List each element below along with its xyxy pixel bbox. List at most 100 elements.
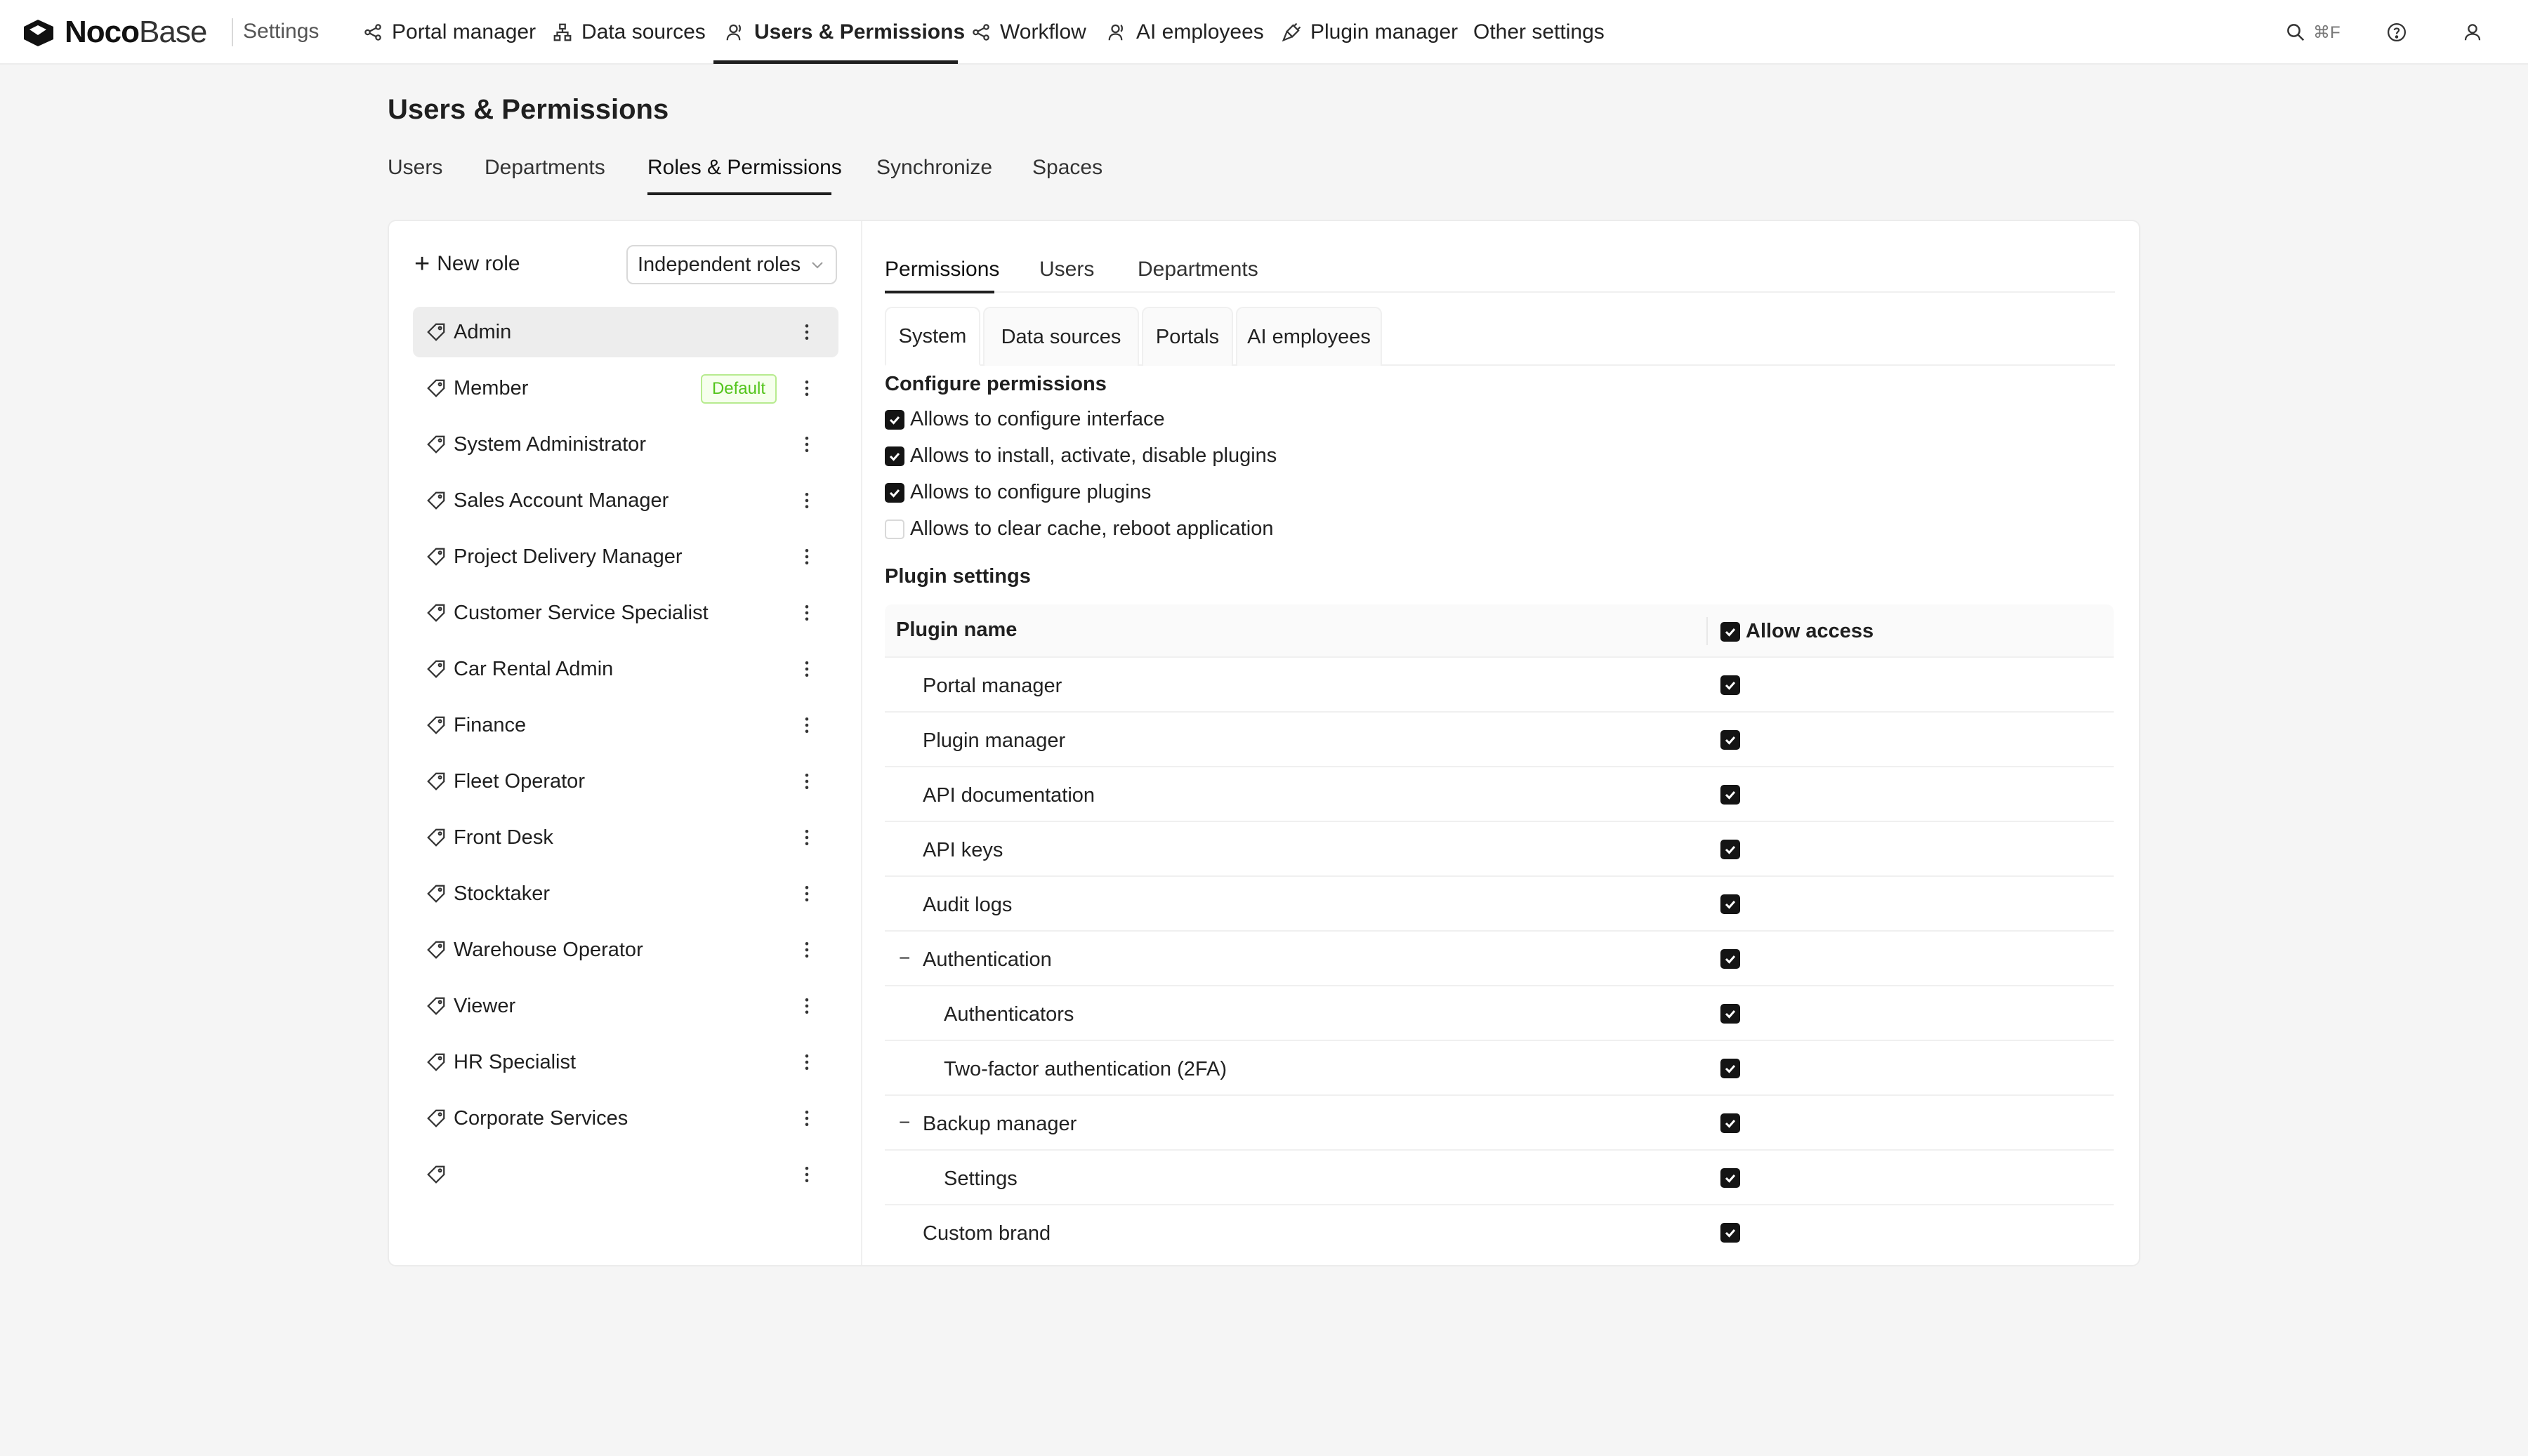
role-item-stocktaker[interactable]: Stocktaker bbox=[413, 868, 838, 919]
tag-icon bbox=[427, 941, 445, 959]
tag-icon bbox=[427, 1109, 445, 1127]
allow-access-checkbox[interactable] bbox=[1720, 785, 1740, 805]
more-vertical-icon[interactable] bbox=[796, 434, 817, 455]
collapse-toggle[interactable]: − bbox=[899, 947, 910, 969]
table-row: API keys bbox=[885, 822, 2114, 877]
role-item-viewer[interactable]: Viewer bbox=[413, 981, 838, 1031]
role-item-sales-account-manager[interactable]: Sales Account Manager bbox=[413, 475, 838, 526]
role-item-hr-specialist[interactable]: HR Specialist bbox=[413, 1037, 838, 1087]
role-mode-select[interactable]: Independent roles bbox=[626, 245, 837, 284]
role-item-finance[interactable]: Finance bbox=[413, 700, 838, 750]
topnav-ai-employees[interactable]: AI employees bbox=[1107, 0, 1264, 65]
more-vertical-icon[interactable] bbox=[796, 1164, 817, 1185]
subtab-ai-employees[interactable]: AI employees bbox=[1236, 307, 1382, 366]
table-row: Audit logs bbox=[885, 877, 2114, 932]
more-vertical-icon[interactable] bbox=[796, 715, 817, 736]
tab-permissions[interactable]: Permissions bbox=[885, 258, 999, 282]
nocobase-logo[interactable]: NocoBase bbox=[21, 15, 207, 49]
topnav-users-permissions[interactable]: Users & Permissions bbox=[725, 0, 965, 65]
allow-access-checkbox[interactable] bbox=[1720, 1223, 1740, 1243]
topnav-data-sources[interactable]: Data sources bbox=[552, 0, 706, 65]
more-vertical-icon[interactable] bbox=[796, 939, 817, 960]
allow-access-checkbox[interactable] bbox=[1720, 1059, 1740, 1078]
permission-option-label: Allows to configure plugins bbox=[910, 481, 1152, 503]
role-item-car-rental-admin[interactable]: Car Rental Admin bbox=[413, 644, 838, 694]
new-role-button[interactable]: + New role bbox=[414, 251, 520, 277]
role-item-unnamed[interactable] bbox=[413, 1149, 838, 1200]
allow-access-checkbox[interactable] bbox=[1720, 1168, 1740, 1188]
more-vertical-icon[interactable] bbox=[796, 322, 817, 343]
more-vertical-icon[interactable] bbox=[796, 602, 817, 623]
topnav-label: Portal manager bbox=[392, 20, 536, 44]
allow-access-checkbox[interactable] bbox=[1720, 1004, 1740, 1024]
topnav-workflow[interactable]: Workflow bbox=[970, 0, 1086, 65]
subtab-portals[interactable]: Portals bbox=[1142, 307, 1233, 366]
subtab-data-sources[interactable]: Data sources bbox=[983, 307, 1139, 366]
tab-roles-permissions[interactable]: Roles & Permissions bbox=[647, 156, 842, 180]
allow-access-checkbox[interactable] bbox=[1720, 730, 1740, 750]
role-item-admin[interactable]: Admin bbox=[413, 307, 838, 357]
permission-checkbox[interactable] bbox=[885, 446, 904, 466]
tab-role-users[interactable]: Users bbox=[1039, 258, 1094, 282]
more-vertical-icon[interactable] bbox=[796, 995, 817, 1017]
role-label: Member bbox=[454, 376, 529, 399]
permission-option-allows-to-configure-plugins[interactable]: Allows to configure plugins bbox=[885, 481, 1151, 504]
collapse-toggle[interactable]: − bbox=[899, 1111, 910, 1134]
permission-checkbox[interactable] bbox=[885, 482, 904, 503]
role-item-member[interactable]: Member Default bbox=[413, 363, 838, 413]
tab-departments[interactable]: Departments bbox=[485, 156, 605, 180]
subtab-system[interactable]: System bbox=[885, 307, 980, 366]
help-button[interactable] bbox=[2386, 0, 2407, 65]
table-row: Authenticators bbox=[885, 986, 2114, 1041]
more-vertical-icon[interactable] bbox=[796, 546, 817, 567]
table-row: Custom brand bbox=[885, 1205, 2114, 1260]
topnav-plugin-manager[interactable]: Plugin manager bbox=[1281, 0, 1458, 65]
table-row: Portal manager bbox=[885, 658, 2114, 713]
allow-access-checkbox[interactable] bbox=[1720, 840, 1740, 859]
search-icon bbox=[2287, 24, 2305, 41]
tab-users[interactable]: Users bbox=[388, 156, 442, 180]
topnav-portal-manager[interactable]: Portal manager bbox=[362, 0, 536, 65]
more-vertical-icon[interactable] bbox=[796, 827, 817, 848]
more-vertical-icon[interactable] bbox=[796, 1052, 817, 1073]
role-item-system-administrator[interactable]: System Administrator bbox=[413, 419, 838, 470]
allow-access-checkbox[interactable] bbox=[1720, 675, 1740, 695]
more-vertical-icon[interactable] bbox=[796, 771, 817, 792]
topnav-other-settings[interactable]: Other settings bbox=[1473, 0, 1605, 65]
tab-synchronize[interactable]: Synchronize bbox=[876, 156, 992, 180]
allow-access-checkbox[interactable] bbox=[1720, 894, 1740, 914]
role-item-fleet-operator[interactable]: Fleet Operator bbox=[413, 756, 838, 807]
permission-option-allows-to-configure-interface[interactable]: Allows to configure interface bbox=[885, 408, 1165, 431]
role-item-front-desk[interactable]: Front Desk bbox=[413, 812, 838, 863]
plugin-name: Custom brand bbox=[923, 1222, 1051, 1245]
allow-access-checkbox[interactable] bbox=[1720, 1113, 1740, 1133]
user-menu-button[interactable] bbox=[2462, 0, 2483, 65]
allow-access-checkbox[interactable] bbox=[1720, 949, 1740, 969]
tag-icon bbox=[427, 604, 445, 622]
more-vertical-icon[interactable] bbox=[796, 378, 817, 399]
role-item-corporate-services[interactable]: Corporate Services bbox=[413, 1093, 838, 1144]
tag-icon bbox=[427, 660, 445, 678]
more-vertical-icon[interactable] bbox=[796, 658, 817, 680]
table-body: Portal manager Plugin manager API document… bbox=[885, 658, 2114, 1260]
select-all-checkbox[interactable] bbox=[1720, 621, 1740, 642]
permission-checkbox[interactable] bbox=[885, 519, 904, 539]
more-vertical-icon[interactable] bbox=[796, 490, 817, 511]
plugin-name: Authentication bbox=[923, 948, 1052, 971]
column-allow-access[interactable]: Allow access bbox=[1720, 620, 1874, 643]
role-label: Fleet Operator bbox=[454, 769, 585, 793]
tab-spaces[interactable]: Spaces bbox=[1032, 156, 1102, 180]
permission-option-allows-to-install-activate-disable-plugins[interactable]: Allows to install, activate, disable plu… bbox=[885, 444, 1277, 468]
role-item-project-delivery-manager[interactable]: Project Delivery Manager bbox=[413, 531, 838, 582]
tab-role-departments[interactable]: Departments bbox=[1138, 258, 1258, 282]
permission-checkbox[interactable] bbox=[885, 409, 904, 430]
permission-option-allows-to-clear-cache-reboot-application[interactable]: Allows to clear cache, reboot applicatio… bbox=[885, 517, 1273, 541]
role-item-warehouse-operator[interactable]: Warehouse Operator bbox=[413, 925, 838, 975]
role-label: System Administrator bbox=[454, 432, 646, 456]
role-mode-value: Independent roles bbox=[638, 253, 801, 276]
more-vertical-icon[interactable] bbox=[796, 1108, 817, 1129]
search-shortcut[interactable]: ⌘F bbox=[2285, 0, 2341, 65]
role-item-customer-service-specialist[interactable]: Customer Service Specialist bbox=[413, 588, 838, 638]
logo-text-bold: Noco bbox=[65, 15, 140, 49]
more-vertical-icon[interactable] bbox=[796, 883, 817, 904]
